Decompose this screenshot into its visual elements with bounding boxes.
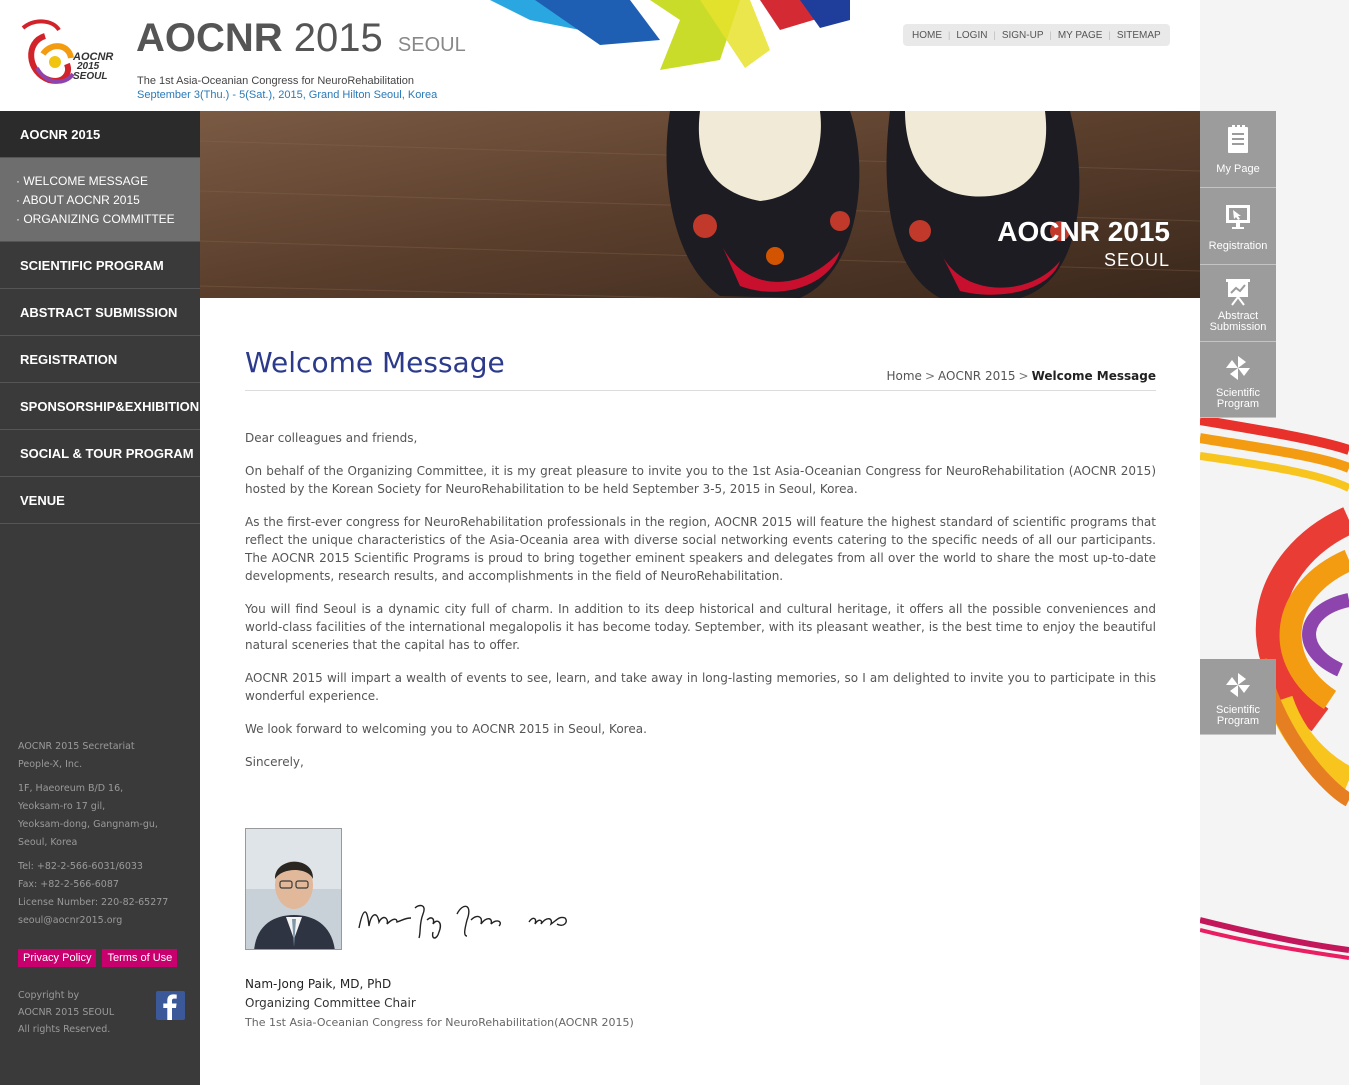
util-separator: | <box>993 30 996 40</box>
contact-tel: Tel: +82-2-566-6031/6033 <box>18 861 143 872</box>
contact-license: License Number: 220-82-65277 <box>18 897 169 908</box>
signer-block: Nam-Jong Paik, MD, PhD Organizing Commit… <box>245 975 634 1032</box>
copyright: Copyright by AOCNR 2015 SEOUL All rights… <box>18 987 114 1038</box>
address-line: Seoul, Korea <box>18 837 78 848</box>
chair-portrait-photo <box>245 828 342 950</box>
floating-quick-scientific-program[interactable]: Scientific Program <box>1200 659 1276 735</box>
facebook-f-glyph <box>163 994 177 1020</box>
nav-abstract-submission[interactable]: ABSTRACT SUBMISSION <box>0 289 200 336</box>
contact-fax: Fax: +82-2-566-6087 <box>18 879 119 890</box>
util-separator: | <box>948 30 951 40</box>
facebook-icon[interactable] <box>156 991 185 1020</box>
site-header: AOCNR 2015 SEOUL AOCNR 2015 SEOUL The 1s… <box>0 0 1200 111</box>
message-paragraph: Dear colleagues and friends, <box>245 431 418 445</box>
util-login-link[interactable]: LOGIN <box>956 30 987 41</box>
util-sitemap-link[interactable]: SITEMAP <box>1117 30 1161 41</box>
hero-banner: AOCNR 2015 SEOUL <box>200 111 1200 298</box>
header-ribbon-decoration <box>490 0 850 70</box>
copyright-line: AOCNR 2015 SEOUL <box>18 1007 115 1018</box>
message-paragraph: On behalf of the Organizing Committee, i… <box>245 464 1156 496</box>
site-logo[interactable]: AOCNR 2015 SEOUL <box>15 14 125 92</box>
submenu-organizing-committee[interactable]: · ORGANIZING COMMITTEE <box>16 210 200 229</box>
util-signup-link[interactable]: SIGN-UP <box>1002 30 1044 41</box>
address-line: Yeoksam-dong, Gangnam-gu, <box>18 819 158 830</box>
left-sidebar: AOCNR 2015 · WELCOME MESSAGE · ABOUT AOC… <box>0 111 200 1085</box>
message-paragraph: AOCNR 2015 will impart a wealth of event… <box>245 671 1156 703</box>
monitor-icon <box>1226 205 1250 229</box>
nav-venue[interactable]: VENUE <box>0 477 200 524</box>
banner-title: AOCNR 2015 <box>997 216 1170 247</box>
breadcrumb: Home > AOCNR 2015 > Welcome Message <box>887 369 1157 383</box>
title-divider <box>245 390 1156 391</box>
nav-social-tour-program[interactable]: SOCIAL & TOUR PROGRAM <box>0 430 200 477</box>
nav-registration[interactable]: REGISTRATION <box>0 336 200 383</box>
nav-submenu: · WELCOME MESSAGE · ABOUT AOCNR 2015 · O… <box>0 158 200 242</box>
quick-registration[interactable]: Registration <box>1200 188 1276 265</box>
banner-shoes-image <box>200 111 1200 298</box>
portrait-silhouette-icon <box>246 829 341 949</box>
pinwheel-icon <box>1226 356 1250 380</box>
welcome-message-body: Dear colleagues and friends, On behalf o… <box>245 429 1156 786</box>
footer-policy-buttons: Privacy Policy Terms of Use <box>18 949 178 967</box>
submenu-about-aocnr[interactable]: · ABOUT AOCNR 2015 <box>16 191 200 210</box>
util-separator: | <box>1108 30 1111 40</box>
breadcrumb-home[interactable]: Home <box>887 369 922 383</box>
site-date-venue: September 3(Thu.) - 5(Sat.), 2015, Grand… <box>137 89 438 101</box>
quick-abstract-label-line2: Submission <box>1209 321 1267 333</box>
submenu-welcome-message[interactable]: · WELCOME MESSAGE <box>16 172 200 191</box>
quick-abstract-submission[interactable]: Abstract Submission <box>1200 265 1276 342</box>
message-paragraph: Sincerely, <box>245 755 304 769</box>
site-title-main: AOCNR <box>136 16 283 60</box>
secretariat-line: AOCNR 2015 Secretariat <box>18 741 135 752</box>
floating-scientific-label-line2: Program <box>1216 715 1260 727</box>
breadcrumb-chevron-icon: > <box>924 369 935 383</box>
site-subtitle: The 1st Asia-Oceanian Congress for Neuro… <box>137 75 414 87</box>
terms-of-use-button[interactable]: Terms of Use <box>102 949 178 967</box>
page-title: Welcome Message <box>245 346 505 379</box>
document-icon <box>1228 125 1248 153</box>
nav-aocnr-2015[interactable]: AOCNR 2015 <box>0 111 200 158</box>
secretariat-address-group: 1F, Haeoreum B/D 16, Yeoksam-ro 17 gil, … <box>18 780 193 852</box>
privacy-policy-button[interactable]: Privacy Policy <box>18 949 97 967</box>
copyright-line: All rights Reserved. <box>18 1024 111 1035</box>
pinwheel-icon <box>1226 673 1250 697</box>
breadcrumb-aocnr-2015[interactable]: AOCNR 2015 <box>938 369 1016 383</box>
logo-text-city: SEOUL <box>73 71 108 82</box>
signer-name: Nam-Jong Paik, MD, PhD <box>245 977 392 991</box>
message-paragraph: We look forward to welcoming you to AOCN… <box>245 722 647 736</box>
util-mypage-link[interactable]: MY PAGE <box>1058 30 1103 41</box>
nav-scientific-program[interactable]: SCIENTIFIC PROGRAM <box>0 242 200 289</box>
secretariat-line: People-X, Inc. <box>18 759 83 770</box>
copyright-line: Copyright by <box>18 990 80 1001</box>
secretariat-contact-group: Tel: +82-2-566-6031/6033 Fax: +82-2-566-… <box>18 858 193 930</box>
site-title-city: SEOUL <box>397 34 466 56</box>
quick-my-page-label: My Page <box>1216 163 1260 175</box>
util-separator: | <box>1049 30 1052 40</box>
message-paragraph: As the first-ever congress for NeuroReha… <box>245 515 1156 583</box>
site-title-year: 2015 <box>293 16 383 60</box>
util-home-link[interactable]: HOME <box>912 30 942 41</box>
presentation-icon <box>1226 279 1250 306</box>
breadcrumb-chevron-icon: > <box>1018 369 1029 383</box>
message-paragraph: You will find Seoul is a dynamic city fu… <box>245 602 1156 652</box>
quick-my-page[interactable]: My Page <box>1200 111 1276 188</box>
quick-scientific-program[interactable]: Scientific Program <box>1200 342 1276 418</box>
chair-signature-image <box>358 904 567 939</box>
quick-registration-label: Registration <box>1208 240 1268 252</box>
address-line: 1F, Haeoreum B/D 16, <box>18 783 124 794</box>
secretariat-info: AOCNR 2015 Secretariat People-X, Inc. 1F… <box>18 738 193 936</box>
breadcrumb-current: Welcome Message <box>1031 369 1156 383</box>
nav-sponsorship-exhibition[interactable]: SPONSORSHIP&EXHIBITION <box>0 383 200 430</box>
address-line: Yeoksam-ro 17 gil, <box>18 801 106 812</box>
signer-role: Organizing Committee Chair <box>245 996 416 1010</box>
utility-nav: HOME | LOGIN | SIGN-UP | MY PAGE | SITEM… <box>903 24 1170 46</box>
contact-email[interactable]: seoul@aocnr2015.org <box>18 912 193 930</box>
site-title: AOCNR 2015 SEOUL <box>136 16 466 61</box>
banner-city: SEOUL <box>1103 250 1170 270</box>
secretariat-name-group: AOCNR 2015 Secretariat People-X, Inc. <box>18 738 193 774</box>
signer-organization: The 1st Asia-Oceanian Congress for Neuro… <box>245 1016 634 1029</box>
quick-scientific-label-line2: Program <box>1216 398 1260 410</box>
